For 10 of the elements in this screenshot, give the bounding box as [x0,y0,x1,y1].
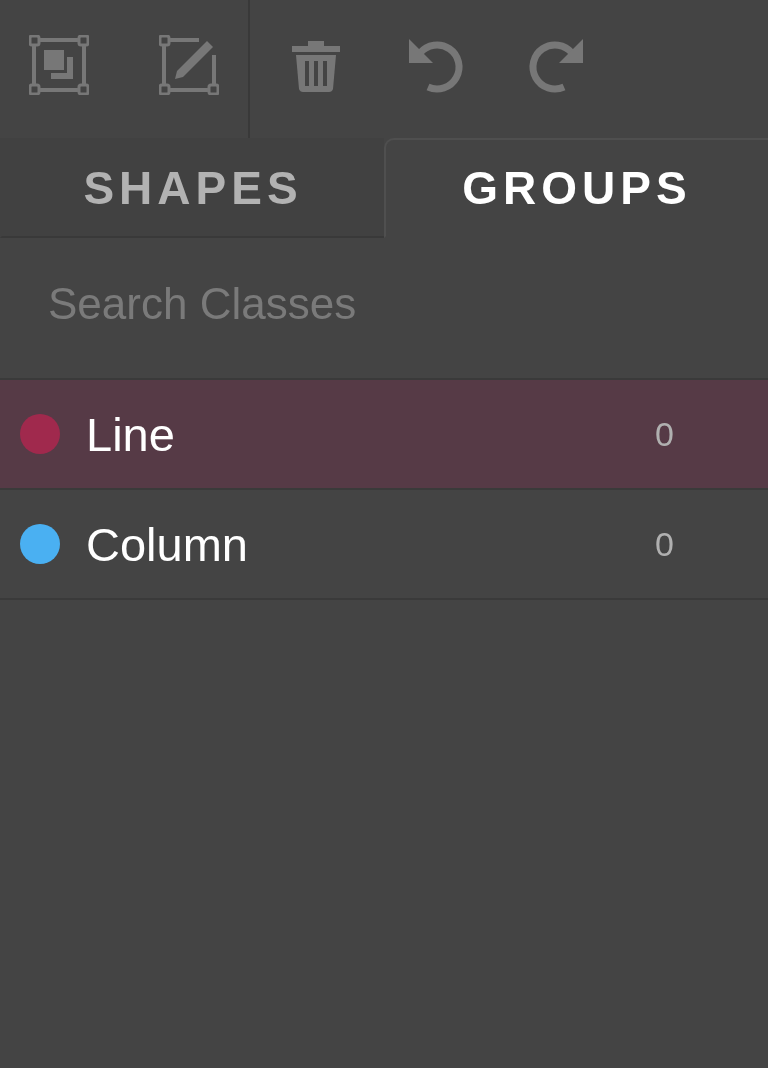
select-button[interactable] [29,35,89,95]
class-count: 0 [655,414,674,454]
edit-icon [159,35,219,95]
class-name: Column [86,516,249,572]
selection-icon [29,35,89,95]
tab[interactable]: GROUPS [384,138,768,238]
class-count: 0 [655,524,674,564]
edit-button[interactable] [159,35,219,95]
class-name: Line [86,406,176,462]
class-row[interactable]: Line 0 [0,380,768,490]
